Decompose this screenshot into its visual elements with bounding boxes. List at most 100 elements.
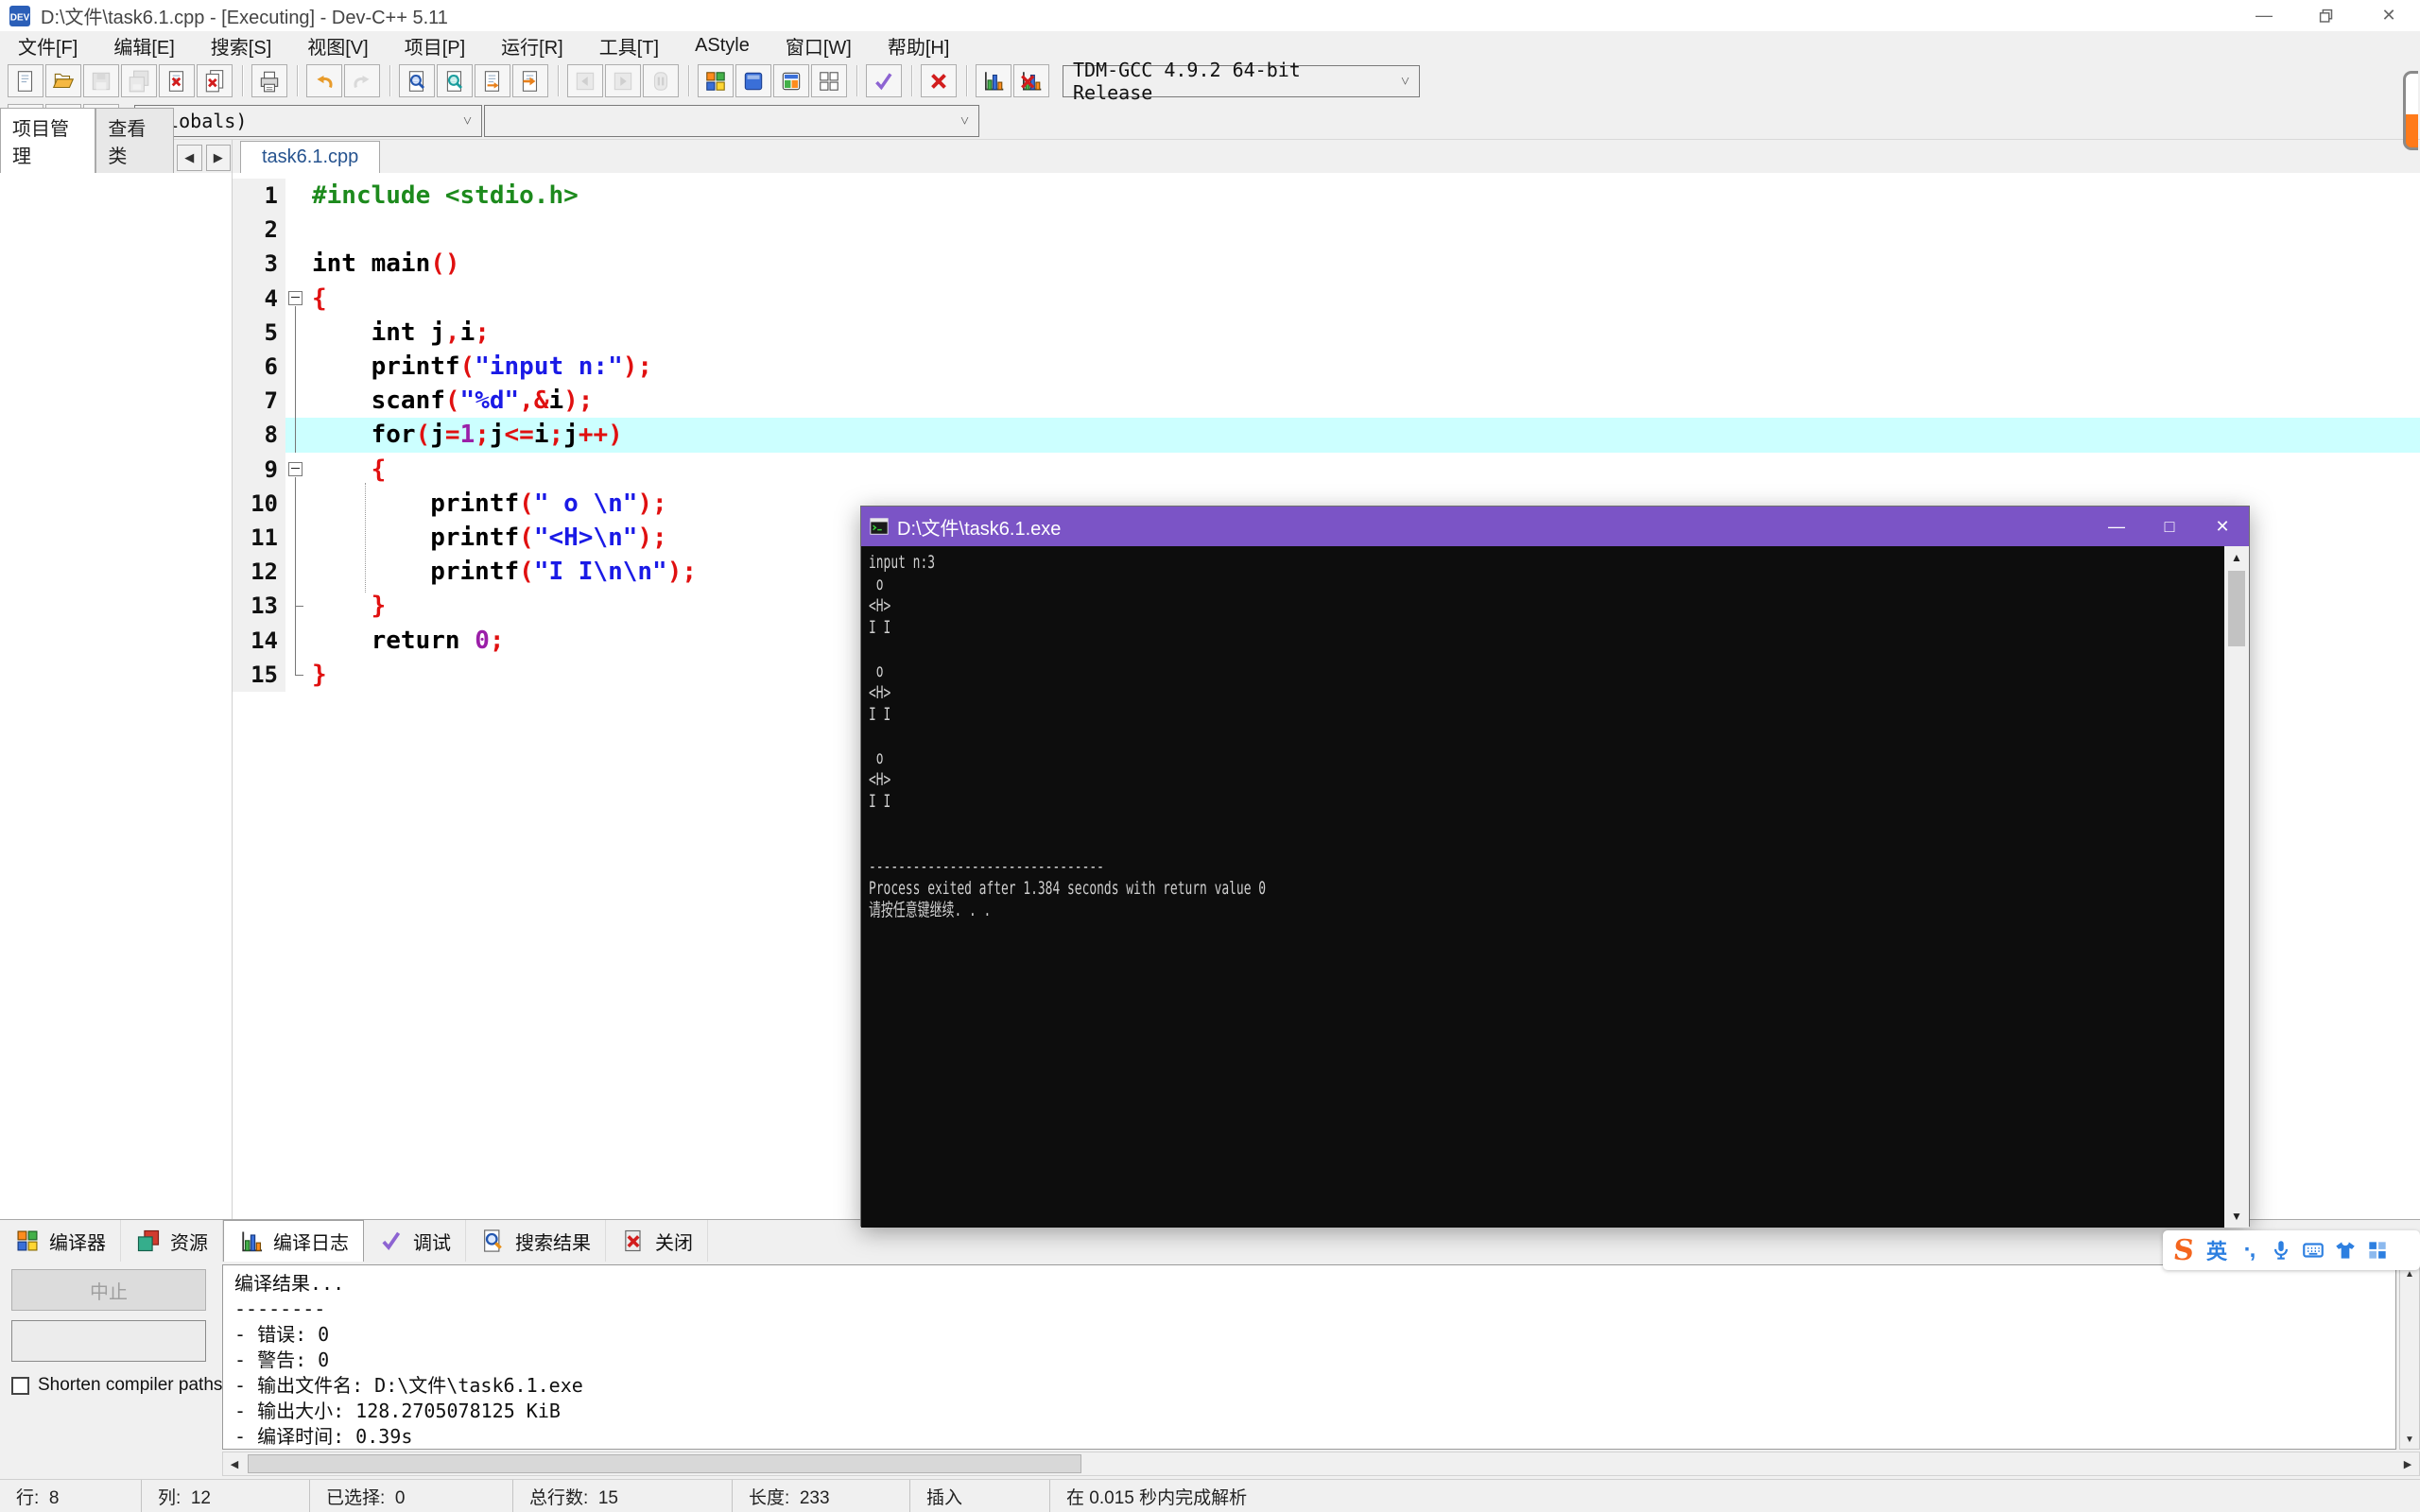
close-button[interactable]: ✕ <box>2358 0 2420 31</box>
new-file-button[interactable] <box>8 64 43 97</box>
status-length: 长度: 233 <box>733 1480 910 1512</box>
member-select[interactable]: ˅ <box>484 104 979 137</box>
menu-search[interactable]: 搜索[S] <box>193 32 289 60</box>
menu-file[interactable]: 文件[F] <box>0 32 95 60</box>
code-line-2[interactable]: 2 <box>233 213 2420 248</box>
ime-punctuation-icon[interactable]: ·, <box>2233 1233 2265 1267</box>
ime-keyboard-icon[interactable] <box>2297 1233 2329 1267</box>
menu-window[interactable]: 窗口[W] <box>768 32 870 60</box>
code-line-1[interactable]: 1 #include <stdio.h> <box>233 179 2420 214</box>
debug-check-button[interactable] <box>866 64 902 97</box>
menu-execute[interactable]: 运行[R] <box>483 32 581 60</box>
fold-collapse-icon[interactable] <box>288 461 302 476</box>
menu-help[interactable]: 帮助[H] <box>870 32 968 60</box>
code-line-5[interactable]: 5 int j, i; <box>233 315 2420 351</box>
save-button[interactable] <box>83 64 119 97</box>
status-parse-time: 在 0.015 秒内完成解析 <box>1066 1487 1248 1508</box>
log-vertical-scrollbar[interactable]: ▲ ▼ <box>2399 1264 2420 1450</box>
globals-select[interactable]: (globals) ˅ <box>134 104 482 137</box>
console-scroll-down-icon[interactable]: ▼ <box>2231 1205 2242 1228</box>
screen-edge-widget[interactable] <box>2403 71 2418 150</box>
ime-language-mode[interactable]: 英 <box>2201 1233 2233 1267</box>
save-all-button[interactable] <box>121 64 157 97</box>
fold-toggle[interactable] <box>285 453 306 487</box>
console-scroll-up-icon[interactable]: ▲ <box>2231 546 2242 569</box>
menu-view[interactable]: 视图[V] <box>289 32 386 60</box>
console-scroll-thumb[interactable] <box>2228 571 2245 646</box>
ime-mic-icon[interactable] <box>2265 1233 2297 1267</box>
chevron-down-icon: ˅ <box>959 111 969 129</box>
code-line-6[interactable]: 6 printf("input n:"); <box>233 349 2420 385</box>
console-output[interactable]: input n:3 o <H> I I o <H> I I o <H> I I ------… <box>861 546 2249 1228</box>
sogou-logo-icon[interactable]: S <box>2165 1233 2203 1267</box>
panel-tab-scroll-right-button[interactable]: ▶ <box>205 145 232 171</box>
fold-toggle[interactable] <box>285 282 306 316</box>
forward-button[interactable] <box>605 64 641 97</box>
stop-button[interactable] <box>921 64 957 97</box>
redo-button[interactable] <box>344 64 380 97</box>
log-scroll-down-icon[interactable]: ▼ <box>2405 1431 2414 1449</box>
menu-edit[interactable]: 编辑[E] <box>95 32 192 60</box>
console-line: -------------------------------- <box>869 856 1104 877</box>
fold-gutter <box>285 315 306 351</box>
minimize-button[interactable]: — <box>2233 0 2295 31</box>
log-horizontal-scrollbar[interactable]: ◀ ▶ <box>222 1452 2420 1476</box>
code-line-9[interactable]: 9 { <box>233 452 2420 487</box>
close-file-button[interactable] <box>159 64 195 97</box>
abort-button[interactable] <box>643 64 679 97</box>
ime-toolbox-icon[interactable] <box>2361 1233 2394 1267</box>
editor-tab-task6-1-cpp[interactable]: task6.1.cpp <box>240 141 381 173</box>
console-minimize-button[interactable]: — <box>2090 507 2143 546</box>
code-line-3[interactable]: 3 int main() <box>233 247 2420 282</box>
tab-project-manager[interactable]: 项目管理 <box>0 108 96 173</box>
open-file-button[interactable] <box>45 64 81 97</box>
tab-debug[interactable]: 调试 <box>364 1220 466 1262</box>
tab-compile-log[interactable]: 编译日志 <box>223 1220 364 1262</box>
print-button[interactable] <box>251 64 287 97</box>
panel-tab-scroll-left-button[interactable]: ◀ <box>176 145 202 171</box>
project-tree-area[interactable] <box>0 173 232 1217</box>
svg-text:DEV: DEV <box>10 12 30 23</box>
line-number: 8 <box>233 418 285 453</box>
log-scroll-right-icon[interactable]: ▶ <box>2396 1458 2419 1470</box>
find-button[interactable] <box>399 64 435 97</box>
code-line-4[interactable]: 4{ <box>233 281 2420 316</box>
console-scrollbar[interactable]: ▲ ▼ <box>2224 546 2249 1228</box>
close-all-button[interactable] <box>197 64 233 97</box>
compile-run-button[interactable] <box>773 64 809 97</box>
ime-skin-icon[interactable] <box>2329 1233 2361 1267</box>
log-hscroll-thumb[interactable] <box>248 1454 1081 1473</box>
tab-resources[interactable]: 资源 <box>121 1220 223 1262</box>
replace-button[interactable] <box>475 64 510 97</box>
tab-search-results[interactable]: 搜索结果 <box>466 1220 606 1262</box>
profile-delete-button[interactable] <box>1013 64 1049 97</box>
shorten-paths-checkbox[interactable] <box>11 1376 29 1395</box>
goto-line-button[interactable] <box>512 64 548 97</box>
menu-project[interactable]: 项目[P] <box>387 32 483 60</box>
restore-button[interactable] <box>2295 0 2358 31</box>
run-button[interactable] <box>735 64 771 97</box>
console-close-button[interactable]: ✕ <box>2196 507 2249 546</box>
fold-collapse-icon[interactable] <box>288 290 302 305</box>
abort-button[interactable]: 中止 <box>11 1269 206 1311</box>
rebuild-button[interactable] <box>811 64 847 97</box>
tab-class-view[interactable]: 查看类 <box>95 108 174 173</box>
tab-close[interactable]: 关闭 <box>606 1220 708 1262</box>
line-number: 10 <box>233 486 285 521</box>
menu-astyle[interactable]: AStyle <box>677 35 768 57</box>
compile-button[interactable] <box>698 64 734 97</box>
console-title-bar[interactable]: D:\文件\task6.1.exe — □ ✕ <box>861 507 2249 546</box>
tab-compiler[interactable]: 编译器 <box>0 1220 121 1262</box>
code-text: printf("input n:"); <box>312 352 653 382</box>
menu-tools[interactable]: 工具[T] <box>581 32 677 60</box>
find-in-files-button[interactable] <box>437 64 473 97</box>
undo-button[interactable] <box>306 64 342 97</box>
code-line-8[interactable]: 8 for(j = 1; j <= i; j ++) <box>233 418 2420 453</box>
profile-button[interactable] <box>976 64 1011 97</box>
back-button[interactable] <box>567 64 603 97</box>
code-line-7[interactable]: 7 scanf("%d", & i); <box>233 384 2420 419</box>
console-maximize-button[interactable]: □ <box>2143 507 2196 546</box>
compiler-select[interactable]: TDM-GCC 4.9.2 64-bit Release ˅ <box>1063 59 1420 104</box>
tab-label: 编译日志 <box>273 1233 349 1254</box>
log-scroll-left-icon[interactable]: ◀ <box>223 1458 246 1470</box>
